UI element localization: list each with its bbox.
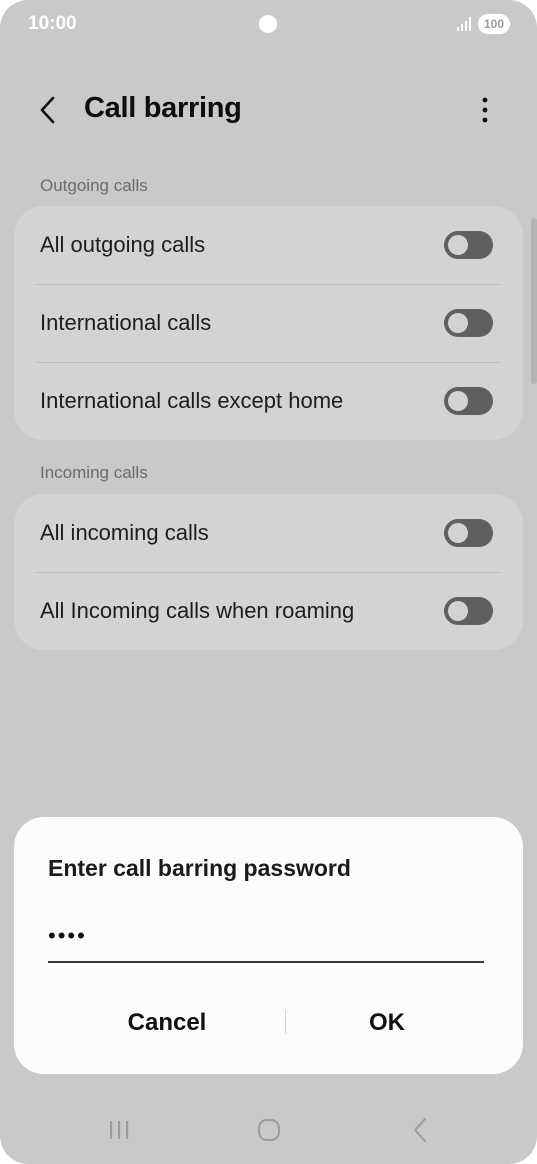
battery-icon: 100 — [478, 14, 510, 34]
toggle-knob — [448, 235, 468, 255]
dialog-actions: Cancel OK — [14, 995, 523, 1051]
list-item-label: International calls — [40, 310, 212, 335]
toggle-knob — [448, 523, 468, 543]
home-button[interactable] — [249, 1110, 289, 1150]
outgoing-calls-card: All outgoing calls International calls I… — [14, 206, 523, 440]
incoming-calls-card: All incoming calls All Incoming calls wh… — [14, 494, 523, 650]
signal-icon — [457, 17, 471, 31]
cancel-button[interactable]: Cancel — [42, 995, 292, 1051]
international-toggle[interactable] — [444, 309, 493, 337]
all-outgoing-toggle[interactable] — [444, 231, 493, 259]
incoming-roaming-toggle[interactable] — [444, 597, 493, 625]
recent-apps-icon — [110, 1121, 129, 1139]
home-icon — [258, 1119, 280, 1141]
front-camera-icon — [259, 15, 277, 33]
section-header-outgoing: Outgoing calls — [40, 176, 148, 195]
ok-button[interactable]: OK — [262, 995, 512, 1051]
nav-back-button[interactable] — [400, 1110, 440, 1150]
navigation-bar — [0, 1100, 537, 1160]
list-item-all-outgoing[interactable]: All outgoing calls — [14, 206, 523, 284]
password-dialog: Enter call barring password Cancel OK — [14, 817, 523, 1074]
international-except-home-toggle[interactable] — [444, 387, 493, 415]
list-item-all-incoming[interactable]: All incoming calls — [14, 494, 523, 572]
chevron-left-icon — [40, 96, 55, 124]
screen: 10:00 100 Call barring Outgoing calls Al… — [0, 0, 537, 1164]
list-item-label: All incoming calls — [40, 520, 209, 545]
all-incoming-toggle[interactable] — [444, 519, 493, 547]
status-bar: 10:00 100 — [0, 0, 537, 48]
more-options-button[interactable] — [470, 92, 500, 128]
scrollbar[interactable] — [531, 218, 537, 384]
list-item-international[interactable]: International calls — [14, 284, 523, 362]
back-button[interactable] — [30, 92, 66, 128]
password-input[interactable] — [48, 917, 484, 963]
section-header-incoming: Incoming calls — [40, 463, 148, 482]
more-vertical-icon — [482, 97, 488, 123]
app-bar: Call barring — [0, 80, 537, 140]
list-item-label: International calls except home — [40, 388, 344, 413]
toggle-knob — [448, 391, 468, 411]
recent-apps-button[interactable] — [99, 1110, 139, 1150]
list-item-international-except-home[interactable]: International calls except home — [14, 362, 523, 440]
toggle-knob — [448, 601, 468, 621]
list-item-label: All Incoming calls when roaming — [40, 598, 355, 623]
back-icon — [414, 1118, 426, 1142]
status-time: 10:00 — [28, 13, 77, 34]
dialog-title: Enter call barring password — [48, 855, 351, 881]
list-item-label: All outgoing calls — [40, 232, 206, 257]
page-title: Call barring — [84, 92, 242, 124]
list-item-incoming-roaming[interactable]: All Incoming calls when roaming — [14, 572, 523, 650]
toggle-knob — [448, 313, 468, 333]
